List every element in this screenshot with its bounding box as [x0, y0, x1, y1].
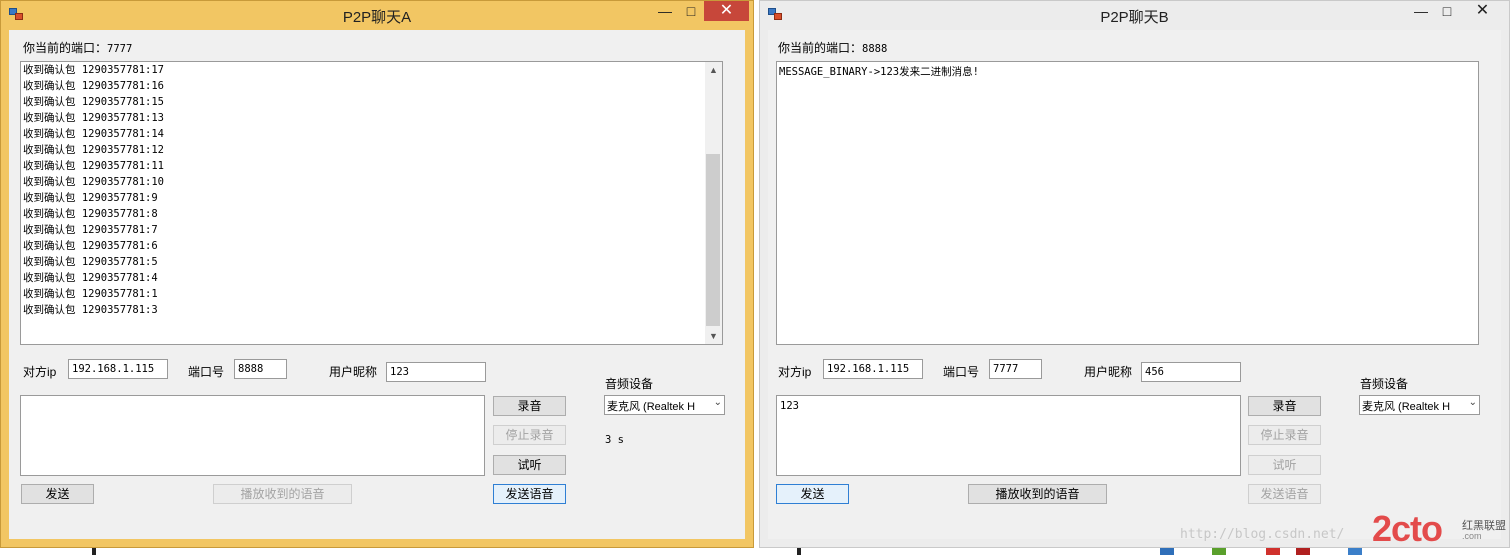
- message-input[interactable]: [20, 395, 485, 476]
- log-line: 收到确认包 1290357781:3: [23, 304, 158, 316]
- audio-device-label: 音频设备: [1360, 377, 1409, 391]
- tray-icon[interactable]: [1212, 548, 1226, 555]
- message-input[interactable]: 123: [776, 395, 1241, 476]
- port-input[interactable]: 7777: [989, 359, 1042, 379]
- current-port: 你当前的端口：7777: [23, 39, 132, 56]
- port-label: 端口号: [943, 365, 980, 379]
- audio-device-value: 麦克风 (Realtek H: [1362, 401, 1451, 413]
- chevron-down-icon[interactable]: ⌄: [714, 397, 722, 408]
- nickname-label: 用户昵称: [329, 365, 378, 379]
- log-line: 收到确认包 1290357781:13: [23, 112, 165, 124]
- stop-record-button[interactable]: 停止录音: [1248, 425, 1321, 445]
- maximize-icon[interactable]: □: [677, 1, 705, 21]
- nickname-input[interactable]: 123: [386, 362, 486, 382]
- client-area: 你当前的端口：8888 MESSAGE_BINARY->123发来二进制消息! …: [768, 30, 1501, 539]
- log-line: 收到确认包 1290357781:5: [23, 256, 158, 268]
- record-time: 3 s: [605, 434, 624, 446]
- chat-window-a: P2P聊天A — □ ✕ 你当前的端口：7777 收到确认包 129035778…: [0, 0, 754, 548]
- port-label: 端口号: [188, 365, 225, 379]
- listen-button[interactable]: 试听: [493, 455, 566, 475]
- taskbar-marker: [92, 548, 96, 555]
- play-received-button[interactable]: 播放收到的语音: [213, 484, 352, 504]
- log-line: 收到确认包 1290357781:1: [23, 288, 158, 300]
- current-port: 你当前的端口：8888: [778, 39, 887, 56]
- peer-ip-input[interactable]: 192.168.1.115: [68, 359, 168, 379]
- chevron-down-icon[interactable]: ⌄: [1469, 397, 1477, 408]
- scrollbar-thumb[interactable]: [706, 154, 720, 326]
- log-line: 收到确认包 1290357781:12: [23, 144, 165, 156]
- record-button[interactable]: 录音: [493, 396, 566, 416]
- send-voice-button[interactable]: 发送语音: [1248, 484, 1321, 504]
- watermark-logo: 2cto: [1372, 508, 1443, 549]
- current-port-value: 7777: [107, 43, 133, 55]
- minimize-icon[interactable]: —: [1407, 1, 1435, 21]
- chevron-down-icon[interactable]: ▼: [705, 328, 722, 344]
- watermark-url: http://blog.csdn.net/: [1180, 527, 1345, 542]
- listen-button[interactable]: 试听: [1248, 455, 1321, 475]
- close-icon[interactable]: ✕: [1460, 1, 1505, 21]
- log-lines: 收到确认包 1290357781:17 收到确认包 1290357781:16 收到…: [21, 62, 722, 318]
- message-log[interactable]: 收到确认包 1290357781:17 收到确认包 1290357781:16 收到…: [20, 61, 723, 345]
- peer-ip-label: 对方ip: [778, 365, 812, 379]
- log-line: 收到确认包 1290357781:6: [23, 240, 158, 252]
- log-scrollbar[interactable]: ▲ ▼: [705, 62, 722, 344]
- send-voice-button[interactable]: 发送语音: [493, 484, 566, 504]
- peer-ip-label: 对方ip: [23, 365, 57, 379]
- log-lines: MESSAGE_BINARY->123发来二进制消息!: [777, 62, 1478, 80]
- audio-device-select[interactable]: 麦克风 (Realtek H ⌄: [604, 395, 725, 415]
- send-button[interactable]: 发送: [21, 484, 94, 504]
- log-line: 收到确认包 1290357781:11: [23, 160, 165, 172]
- tray-icon[interactable]: [1160, 548, 1174, 555]
- taskbar: [0, 548, 1510, 555]
- audio-device-value: 麦克风 (Realtek H: [607, 401, 696, 413]
- current-port-label: 你当前的端口：: [778, 41, 863, 55]
- maximize-icon[interactable]: □: [1433, 1, 1461, 21]
- log-line: 收到确认包 1290357781:10: [23, 176, 165, 188]
- window-title: P2P聊天B: [1100, 9, 1169, 26]
- port-input[interactable]: 8888: [234, 359, 287, 379]
- log-line: 收到确认包 1290357781:15: [23, 96, 165, 108]
- audio-device-label: 音频设备: [605, 377, 654, 391]
- play-received-button[interactable]: 播放收到的语音: [968, 484, 1107, 504]
- tray-icon[interactable]: [1266, 548, 1280, 555]
- client-area: 你当前的端口：7777 收到确认包 1290357781:17 收到确认包 129…: [9, 30, 745, 539]
- log-line: 收到确认包 1290357781:17: [23, 64, 165, 76]
- log-line: 收到确认包 1290357781:9: [23, 192, 158, 204]
- chat-window-b: P2P聊天B — □ ✕ 你当前的端口：8888 MESSAGE_BINARY-…: [759, 0, 1510, 548]
- title-bar[interactable]: P2P聊天B — □ ✕: [760, 1, 1509, 29]
- chevron-up-icon[interactable]: ▲: [705, 62, 722, 78]
- record-button[interactable]: 录音: [1248, 396, 1321, 416]
- log-line: 收到确认包 1290357781:16: [23, 80, 165, 92]
- title-bar[interactable]: P2P聊天A — □ ✕: [1, 1, 753, 29]
- nickname-label: 用户昵称: [1084, 365, 1133, 379]
- audio-device-select[interactable]: 麦克风 (Realtek H ⌄: [1359, 395, 1480, 415]
- nickname-input[interactable]: 456: [1141, 362, 1241, 382]
- close-icon[interactable]: ✕: [704, 1, 749, 21]
- window-title: P2P聊天A: [342, 9, 412, 26]
- watermark-logo-sub2: .com: [1462, 531, 1482, 541]
- tray-icon[interactable]: [1296, 548, 1310, 555]
- stop-record-button[interactable]: 停止录音: [493, 425, 566, 445]
- current-port-label: 你当前的端口：: [23, 41, 108, 55]
- log-line: 收到确认包 1290357781:8: [23, 208, 158, 220]
- minimize-icon[interactable]: —: [651, 1, 679, 21]
- taskbar-marker: [797, 548, 801, 555]
- peer-ip-input[interactable]: 192.168.1.115: [823, 359, 923, 379]
- log-line: 收到确认包 1290357781:14: [23, 128, 165, 140]
- log-line: 收到确认包 1290357781:7: [23, 224, 158, 236]
- log-line: MESSAGE_BINARY->123发来二进制消息!: [779, 66, 979, 78]
- tray-icon[interactable]: [1348, 548, 1362, 555]
- current-port-value: 8888: [862, 43, 888, 55]
- message-log[interactable]: MESSAGE_BINARY->123发来二进制消息!: [776, 61, 1479, 345]
- send-button[interactable]: 发送: [776, 484, 849, 504]
- log-line: 收到确认包 1290357781:4: [23, 272, 158, 284]
